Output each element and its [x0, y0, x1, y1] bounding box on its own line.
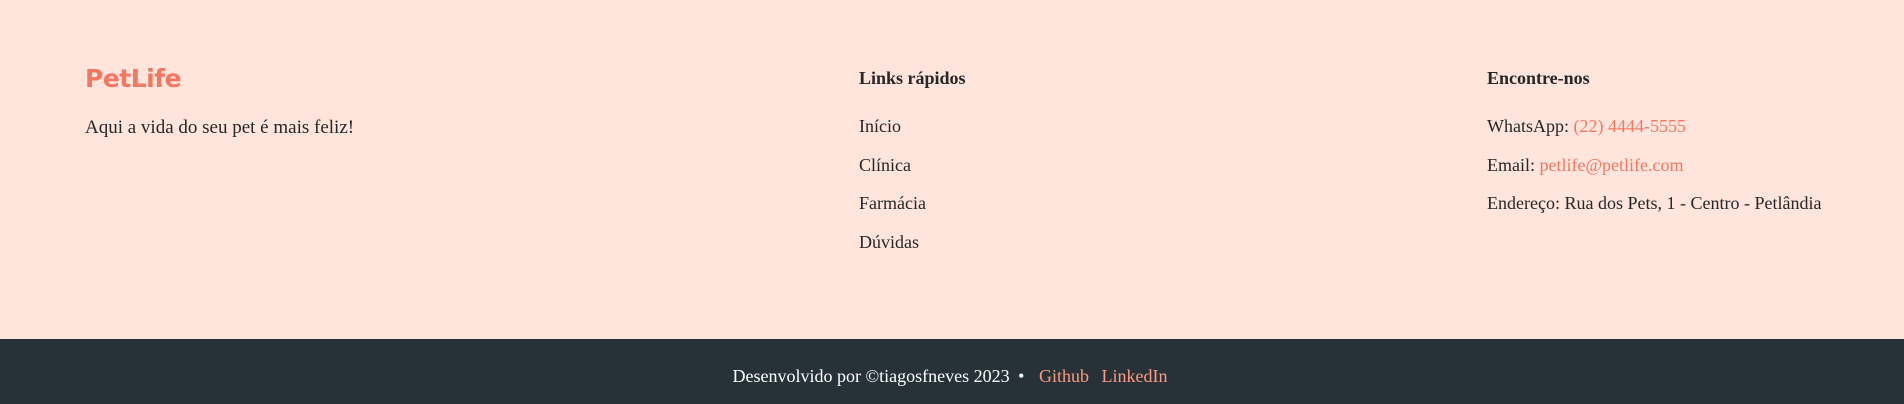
- bullet-separator: •: [1018, 366, 1025, 386]
- link-inicio[interactable]: Início: [859, 116, 901, 136]
- list-item: Dúvidas: [859, 230, 926, 254]
- developer-credit: Desenvolvido por ©tiagosfneves 2023: [732, 366, 1010, 386]
- address-label: Endereço:: [1487, 193, 1560, 213]
- link-duvidas[interactable]: Dúvidas: [859, 232, 919, 252]
- footer-bottom-bar: Desenvolvido por ©tiagosfneves 2023 • Gi…: [0, 339, 1904, 404]
- whatsapp-label: WhatsApp:: [1487, 116, 1569, 136]
- contact-whatsapp: WhatsApp: (22) 4444-5555: [1487, 114, 1821, 138]
- list-item: Início: [859, 114, 926, 138]
- link-clinica[interactable]: Clínica: [859, 155, 911, 175]
- list-item: Farmácia: [859, 191, 926, 215]
- contact-title: Encontre-nos: [1487, 68, 1590, 88]
- footer-main: PetLife Aqui a vida do seu pet é mais fe…: [0, 0, 1904, 339]
- contact-email: Email: petlife@petlife.com: [1487, 153, 1821, 177]
- quick-links-list: Início Clínica Farmácia Dúvidas: [859, 114, 926, 268]
- quick-links-title: Links rápidos: [859, 68, 966, 88]
- email-label: Email:: [1487, 154, 1535, 175]
- address-value: Rua dos Pets, 1 - Centro - Petlândia: [1564, 193, 1822, 213]
- contact-address: Endereço: Rua dos Pets, 1 - Centro - Pet…: [1487, 191, 1821, 215]
- contact-list: WhatsApp: (22) 4444-5555 Email: petlife@…: [1487, 114, 1821, 230]
- linkedin-link[interactable]: LinkedIn: [1101, 366, 1167, 386]
- list-item: Clínica: [859, 153, 926, 177]
- credits-line: Desenvolvido por ©tiagosfneves 2023 • Gi…: [0, 364, 1904, 388]
- petlife-logo[interactable]: PetLife: [85, 64, 182, 94]
- github-link[interactable]: Github: [1039, 366, 1089, 386]
- whatsapp-link[interactable]: (22) 4444-5555: [1573, 116, 1685, 136]
- email-link[interactable]: petlife@petlife.com: [1540, 155, 1684, 175]
- brand-tagline: Aqui a vida do seu pet é mais feliz!: [85, 117, 355, 138]
- link-farmacia[interactable]: Farmácia: [859, 193, 926, 213]
